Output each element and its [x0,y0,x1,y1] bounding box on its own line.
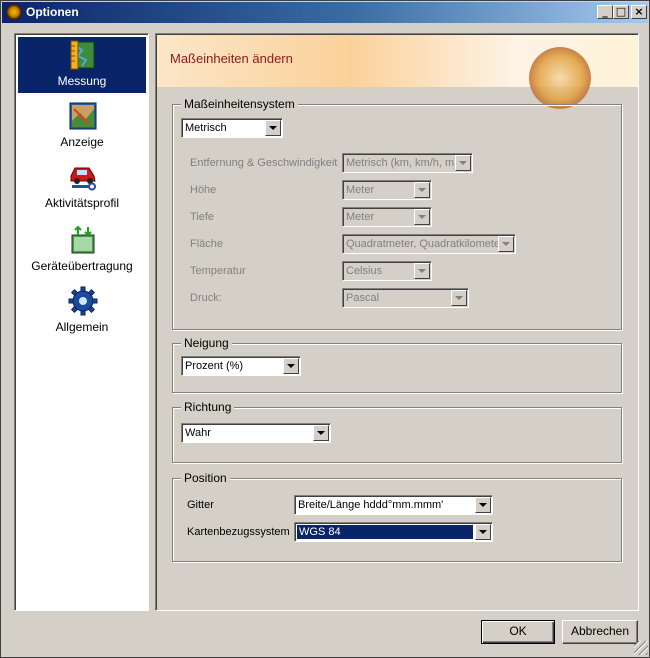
sidebar-item-geraeteuebertragung[interactable]: Geräteübertragung [18,222,146,278]
chevron-down-icon[interactable] [265,120,281,136]
chevron-down-icon[interactable] [475,497,491,513]
close-button[interactable]: × [631,5,647,19]
window-title: Optionen [26,5,79,19]
minimize-button[interactable]: _ [597,5,613,19]
depth-label: Tiefe [190,211,215,223]
sidebar-item-label: Allgemein [55,320,109,334]
slope-value: Prozent (%) [185,360,244,372]
gear-icon [68,286,98,316]
grid-select[interactable]: Breite/Länge hddd°mm.mmm' [294,495,493,515]
distance-speed-label: Entfernung & Geschwindigkeit [190,157,338,169]
chevron-down-icon[interactable] [313,425,329,441]
category-sidebar: Messung Anzeige Aktivitätsprofil Geräteü… [14,33,149,611]
sidebar-item-label: Aktivitätsprofil [44,196,120,210]
units-system-legend: Maßeinheitensystem [181,97,298,111]
distance-speed-select[interactable]: Metrisch (km, km/h, m) [342,153,473,173]
chevron-down-icon[interactable] [414,209,430,225]
datum-label: Kartenbezugssystem [187,526,290,538]
area-value: Quadratmeter, Quadratkilometer [346,238,504,250]
direction-value: Wahr [185,427,211,439]
direction-group: Richtung Wahr [172,400,622,463]
car-wrench-icon [70,167,96,191]
datum-value: WGS 84 [297,525,473,539]
pressure-select[interactable]: Pascal [342,288,469,308]
chevron-down-icon[interactable] [455,155,471,171]
sidebar-item-label: Messung [57,74,107,88]
area-label: Fläche [190,238,224,250]
altitude-label: Höhe [190,184,217,196]
area-select[interactable]: Quadratmeter, Quadratkilometer [342,234,516,254]
distance-speed-value: Metrisch (km, km/h, m) [346,157,458,169]
datum-select[interactable]: WGS 84 [294,522,493,542]
app-logo-icon [6,4,22,20]
resize-grip[interactable] [634,641,648,655]
temperature-value: Celsius [346,265,383,277]
ok-button[interactable]: OK [481,620,555,644]
sidebar-item-anzeige[interactable]: Anzeige [18,98,146,154]
direction-legend: Richtung [181,400,235,414]
position-group: Position Gitter Breite/Länge hddd°mm.mmm… [172,471,622,562]
temperature-select[interactable]: Celsius [342,261,432,281]
ruler-map-icon [70,40,95,70]
display-map-icon [69,102,97,130]
sidebar-item-label: Anzeige [60,135,104,149]
depth-select[interactable]: Meter [342,207,432,227]
chevron-down-icon[interactable] [451,290,467,306]
chevron-down-icon[interactable] [414,263,430,279]
sidebar-item-messung[interactable]: Messung [18,37,146,93]
grid-value: Breite/Länge hddd°mm.mmm' [298,499,444,511]
pressure-label: Druck: [190,292,222,304]
maximize-button[interactable]: □ [613,5,629,19]
title-bar[interactable]: Optionen _ □ × [2,2,648,23]
sidebar-item-label: Geräteübertragung [31,259,133,273]
compass-icon [529,47,591,109]
settings-panel: Maßeinheiten ändern Maßeinheitensystem M… [155,33,639,611]
slope-select[interactable]: Prozent (%) [181,356,301,376]
sidebar-item-aktivitaetsprofil[interactable]: Aktivitätsprofil [18,159,146,215]
device-transfer-icon [71,225,95,254]
chevron-down-icon[interactable] [475,524,491,540]
direction-select[interactable]: Wahr [181,423,331,443]
slope-legend: Neigung [181,336,232,350]
pressure-value: Pascal [346,292,380,304]
cancel-button[interactable]: Abbrechen [562,620,638,644]
temperature-label: Temperatur [190,265,246,277]
units-system-group: Maßeinheitensystem Metrisch Entfernung &… [172,97,622,330]
chevron-down-icon[interactable] [283,358,299,374]
altitude-select[interactable]: Meter [342,180,432,200]
position-legend: Position [181,471,230,485]
slope-group: Neigung Prozent (%) [172,336,622,393]
page-title: Maßeinheiten ändern [170,51,293,66]
depth-value: Meter [346,211,375,223]
grid-label: Gitter [187,499,214,511]
units-system-select[interactable]: Metrisch [181,118,283,138]
sidebar-item-allgemein[interactable]: Allgemein [18,283,146,339]
chevron-down-icon[interactable] [498,236,514,252]
chevron-down-icon[interactable] [414,182,430,198]
options-dialog: Optionen _ □ × Messung Anzeige Aktivität… [0,0,650,658]
units-system-value: Metrisch [185,122,227,134]
altitude-value: Meter [346,184,375,196]
header-banner: Maßeinheiten ändern [157,35,638,109]
